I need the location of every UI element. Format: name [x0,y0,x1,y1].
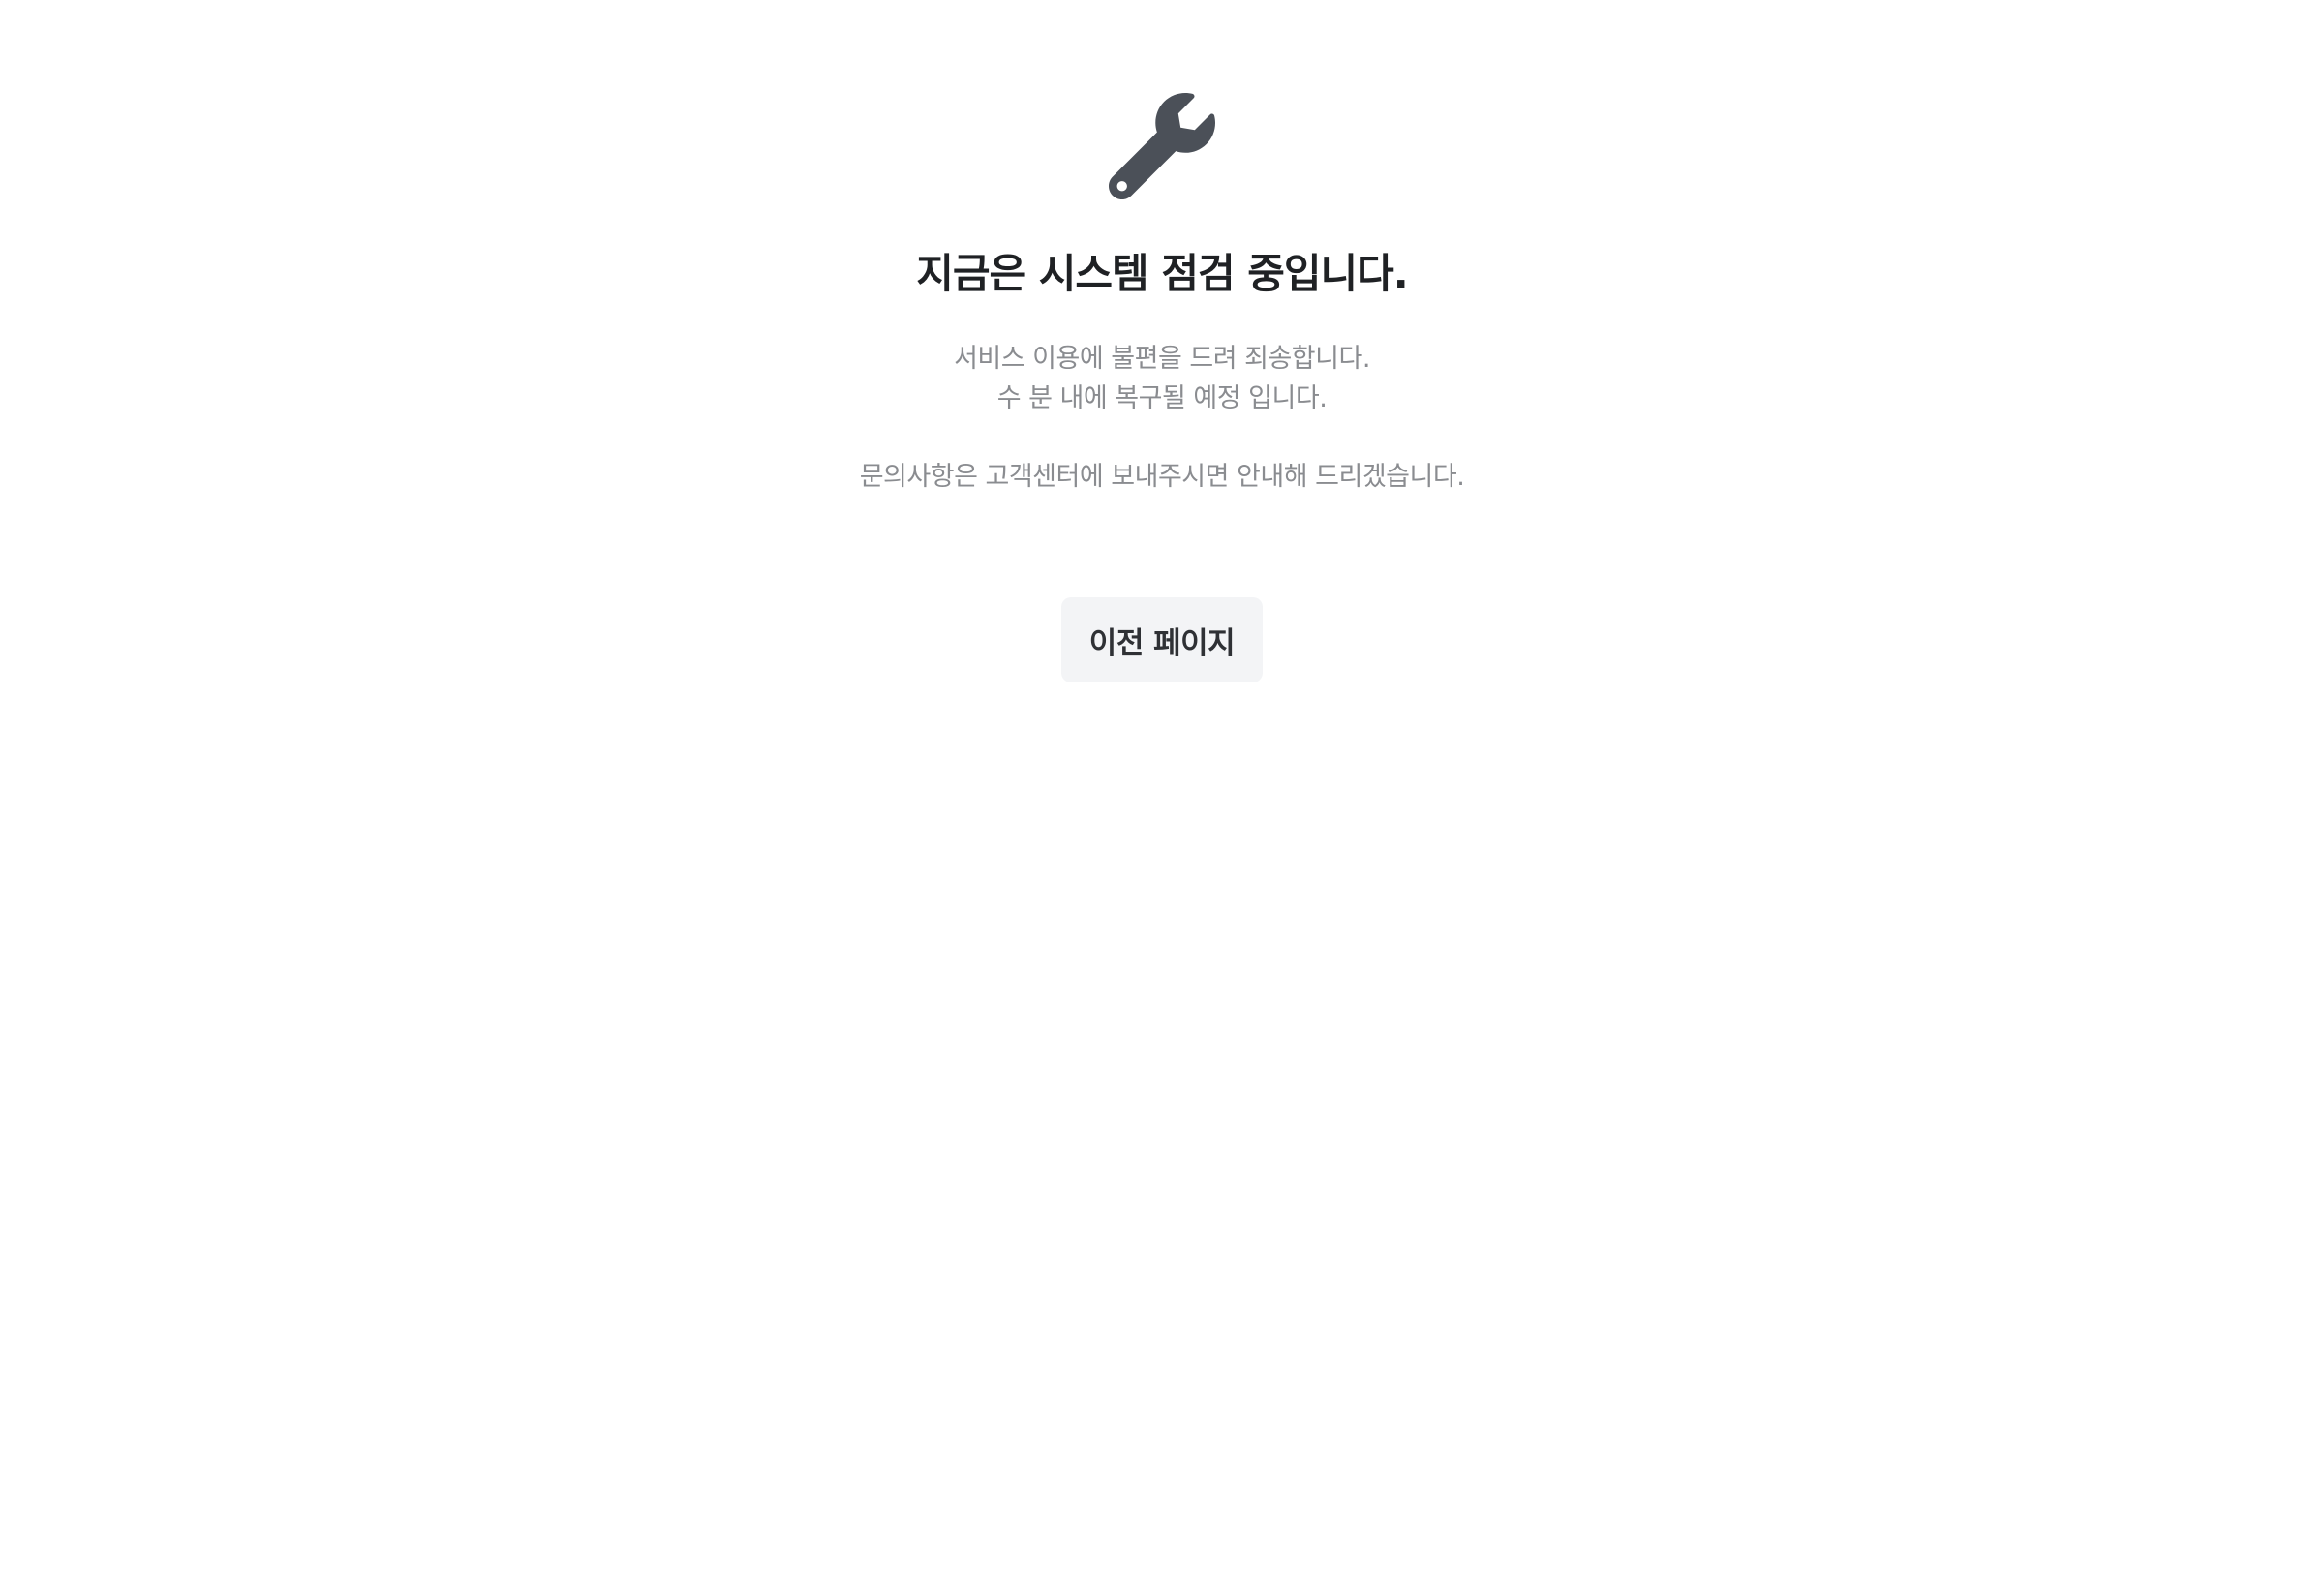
description-line-1: 서비스 이용에 불편을 드려 죄송합니다. [954,344,1370,375]
wrench-icon [1109,93,1215,199]
contact-notice: 문의사항은 고객센터에 보내주시면 안내해 드리겠습니다. [859,462,1465,493]
maintenance-description: 서비스 이용에 불편을 드려 죄송합니다. 수 분 내에 복구될 예정 입니다. [954,339,1370,418]
previous-page-button[interactable]: 이전 페이지 [1061,597,1263,683]
page-title: 지금은 시스템 점검 중입니다. [916,250,1409,297]
maintenance-page: 지금은 시스템 점검 중입니다. 서비스 이용에 불편을 드려 죄송합니다. 수… [0,0,2324,683]
description-line-2: 수 분 내에 복구될 예정 입니다. [996,383,1328,414]
